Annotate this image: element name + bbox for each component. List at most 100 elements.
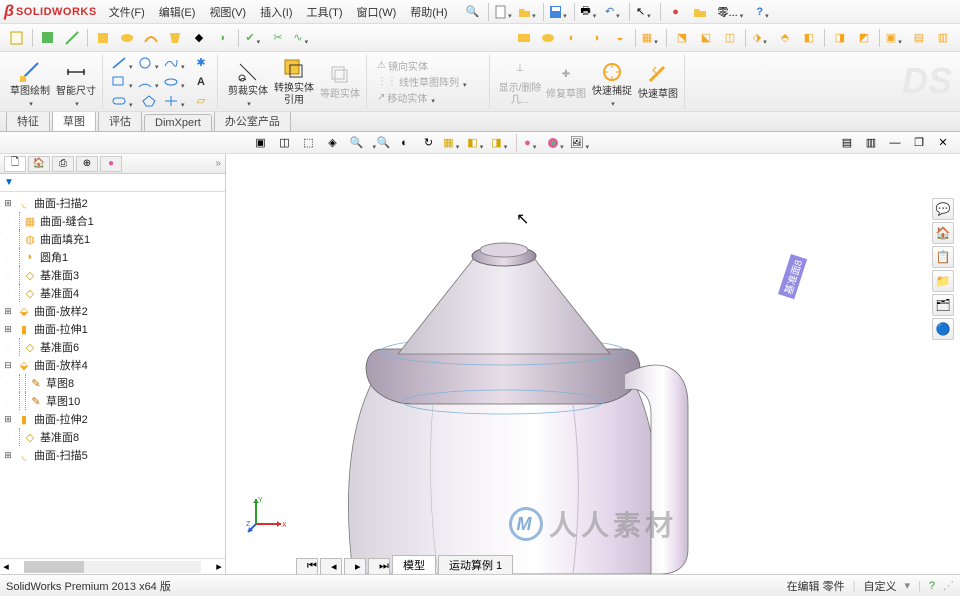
tree-hscroll[interactable]: ◂ ▸ <box>0 558 225 574</box>
select-button[interactable]: ↖ <box>634 2 656 22</box>
tree-item[interactable]: ·◇基准面3 <box>0 266 225 284</box>
component-button[interactable]: 零... <box>713 2 751 22</box>
tree-item[interactable]: ⊞◟曲面-扫描2 <box>0 194 225 212</box>
view-display[interactable]: ◧ <box>466 133 488 153</box>
tree-item[interactable]: ·◇基准面4 <box>0 284 225 302</box>
tree-filter[interactable]: ▼ <box>0 174 225 192</box>
tb-sketch2[interactable] <box>61 28 83 48</box>
status-custom[interactable]: 自定义 <box>863 578 896 594</box>
tree-item[interactable]: ⊞◟曲面-扫描5 <box>0 446 225 464</box>
tree-item[interactable]: ⊟⬙曲面-放样4 <box>0 356 225 374</box>
tb-surf8[interactable]: ⬕ <box>695 28 717 48</box>
view-appear2[interactable] <box>545 133 567 153</box>
repair-button[interactable]: ✚ 修复草图 <box>544 55 588 109</box>
tree-item[interactable]: ⊞⬙曲面-放样2 <box>0 302 225 320</box>
open-doc-button[interactable] <box>517 2 539 22</box>
viewport[interactable]: ↖ 基准面8 X Y Z M 人人素材 ⏮ ◂ ▸ ⏭ 模型 运动算例 1 <box>226 154 960 574</box>
taskpane-btn-2[interactable]: 📋 <box>932 246 954 268</box>
tree-toggle[interactable]: ⊞ <box>2 306 14 317</box>
tree-item[interactable]: ·✎草图8 <box>0 374 225 392</box>
tb-cut1[interactable]: ✔ <box>243 28 265 48</box>
taskpane-btn-4[interactable]: 🗂 <box>932 294 954 316</box>
tree-item[interactable]: ⊞▮曲面-拉伸2 <box>0 410 225 428</box>
bt-model[interactable]: 模型 <box>392 555 436 574</box>
tree-item[interactable]: ⊞▮曲面-拉伸1 <box>0 320 225 338</box>
tb-surf12[interactable]: ◧ <box>798 28 820 48</box>
menu-help[interactable]: 帮助(H) <box>404 2 453 22</box>
panel-tab-disp[interactable]: ● <box>100 156 122 172</box>
offset-button[interactable]: 等距实体 <box>318 55 362 109</box>
menu-insert[interactable]: 插入(I) <box>254 2 298 22</box>
tree-item[interactable]: ·✎草图10 <box>0 392 225 410</box>
tab-office[interactable]: 办公室产品 <box>214 110 291 131</box>
tree-toggle[interactable]: ⊞ <box>2 414 14 425</box>
tree-toggle[interactable]: · <box>2 252 14 262</box>
win-restore[interactable]: ❐ <box>908 133 930 153</box>
bt-last[interactable]: ⏭ <box>368 558 390 574</box>
tb-surf7[interactable]: ⬔ <box>671 28 693 48</box>
bt-prev[interactable]: ◂ <box>320 558 342 574</box>
text-tool[interactable]: A <box>189 73 213 91</box>
menu-view[interactable]: 视图(V) <box>203 2 252 22</box>
view-zoom[interactable]: 🔍 <box>346 133 368 153</box>
undo-button[interactable]: ↶ <box>603 2 625 22</box>
plane-tool[interactable]: ▱ <box>189 92 213 110</box>
bt-next[interactable]: ▸ <box>344 558 366 574</box>
tb-surf14[interactable]: ◩ <box>853 28 875 48</box>
tree-item[interactable]: ·◇基准面6 <box>0 338 225 356</box>
tb-extrude[interactable] <box>92 28 114 48</box>
line-tool[interactable] <box>111 54 135 72</box>
sketch-button[interactable]: 草图绘制 <box>8 55 52 109</box>
tb-fillet[interactable]: ◗ <box>212 28 234 48</box>
tab-sketch[interactable]: 草图 <box>52 110 96 131</box>
view-normal[interactable]: ◈ <box>322 133 344 153</box>
win-min[interactable]: — <box>884 133 906 153</box>
tb-surf13[interactable]: ◨ <box>829 28 851 48</box>
move-button[interactable]: ↗移动实体 <box>375 90 485 105</box>
point-tool[interactable]: ✱ <box>189 54 213 72</box>
tb-loft[interactable] <box>164 28 186 48</box>
tree-toggle[interactable]: · <box>2 396 14 406</box>
panel-tab-dim[interactable]: ⊕ <box>76 156 98 172</box>
mirror-button[interactable]: ⚠镜向实体 <box>375 58 485 73</box>
view-hide[interactable]: ◨ <box>490 133 512 153</box>
tb-cut2[interactable]: ✂ <box>267 28 289 48</box>
tree-toggle[interactable]: · <box>2 270 14 280</box>
tree-item[interactable]: ·▦曲面-缝合1 <box>0 212 225 230</box>
tree-toggle[interactable]: · <box>2 432 14 442</box>
tb-surf1[interactable] <box>513 28 535 48</box>
menu-edit[interactable]: 编辑(E) <box>153 2 202 22</box>
tree-item[interactable]: ·◗圆角1 <box>0 248 225 266</box>
new-doc-button[interactable] <box>493 2 515 22</box>
tb-surf16[interactable]: ▤ <box>908 28 930 48</box>
trim-button[interactable]: 剪裁实体 <box>226 55 270 109</box>
tb-new-part[interactable] <box>6 28 28 48</box>
view-front[interactable]: ◫ <box>274 133 296 153</box>
tb-boundary[interactable]: ◆ <box>188 28 210 48</box>
view-appear1[interactable]: ● <box>521 133 543 153</box>
tb-surf2[interactable] <box>537 28 559 48</box>
menu-file[interactable]: 文件(F) <box>103 2 151 22</box>
tree-toggle[interactable]: ⊟ <box>2 360 14 371</box>
tb-sketch1[interactable] <box>37 28 59 48</box>
tree-toggle[interactable]: ⊞ <box>2 324 14 335</box>
tree-toggle[interactable]: · <box>2 216 14 226</box>
slot-tool[interactable] <box>111 92 135 110</box>
win-cascade[interactable]: ▥ <box>860 133 882 153</box>
view-orient[interactable]: ↻ <box>418 133 440 153</box>
tree-item[interactable]: ·◍曲面填充1 <box>0 230 225 248</box>
win-tile[interactable]: ▤ <box>836 133 858 153</box>
tree-toggle[interactable]: · <box>2 378 14 388</box>
win-close[interactable]: ✕ <box>932 133 954 153</box>
tab-feature[interactable]: 特征 <box>6 110 50 131</box>
view-scene[interactable]: 🖼 <box>569 133 591 153</box>
options-button[interactable] <box>689 2 711 22</box>
taskpane-btn-1[interactable]: 🏠 <box>932 222 954 244</box>
view-iso[interactable]: ▣ <box>250 133 272 153</box>
geom-tool[interactable] <box>163 92 187 110</box>
show-delete-button[interactable]: ⊥ 显示/删除几... <box>498 55 542 109</box>
rapid-sketch-button[interactable]: 快速草图 <box>636 55 680 109</box>
tb-surf9[interactable]: ◫ <box>719 28 741 48</box>
convert-button[interactable]: 转换实体引用 <box>272 55 316 109</box>
quick-snap-button[interactable]: 快速捕捉 <box>590 55 634 109</box>
